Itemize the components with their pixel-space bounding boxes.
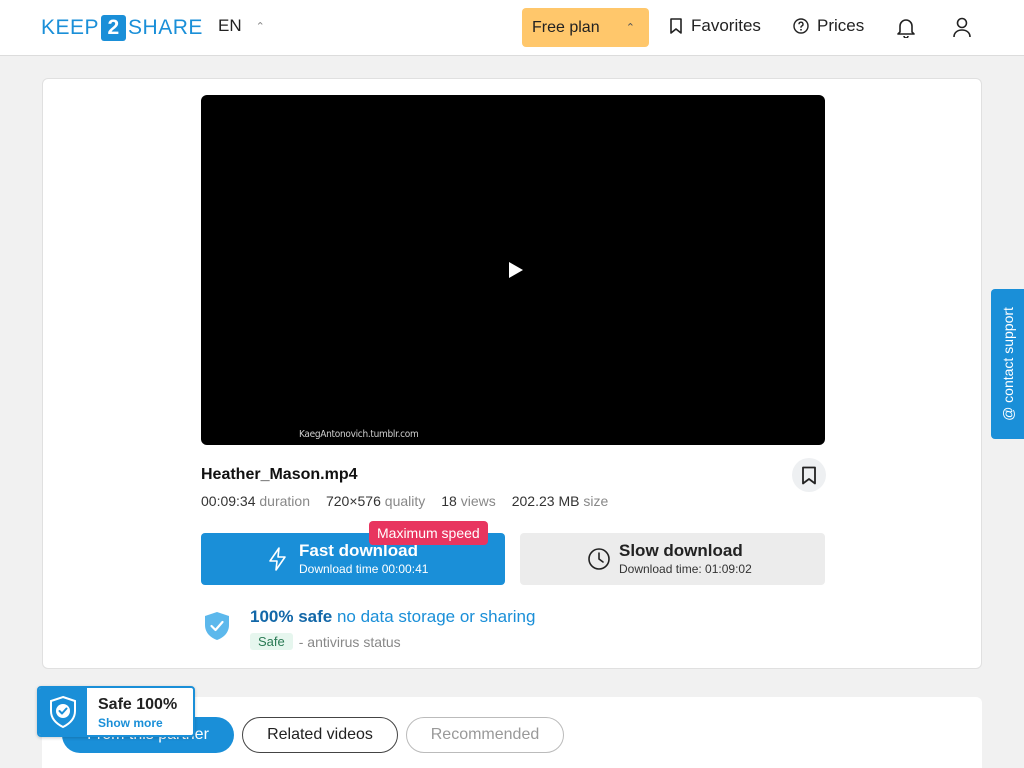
file-meta: 00:09:34 duration 720×576 quality 18 vie… <box>201 493 608 509</box>
slow-download-label: Slow download <box>619 541 743 560</box>
favorites-link[interactable]: Favorites <box>669 16 761 36</box>
tab-related-videos[interactable]: Related videos <box>242 717 398 753</box>
top-header: KEEP 2 SHARE EN ⌃ Free plan ⌃ Favorites … <box>0 0 1024 56</box>
slow-download-button[interactable]: Slow download Download time: 01:09:02 <box>520 533 825 585</box>
bookmark-icon <box>670 18 682 34</box>
views-label: views <box>460 493 496 509</box>
lightning-icon <box>269 547 286 571</box>
max-speed-badge: Maximum speed <box>369 521 488 545</box>
help-circle-icon <box>793 18 809 34</box>
logo-number: 2 <box>101 14 127 41</box>
account-button[interactable] <box>950 15 974 39</box>
safety-title-bold: 100% safe <box>250 607 333 626</box>
safety-title: 100% safe no data storage or sharing <box>250 607 535 627</box>
quality-label: quality <box>384 493 426 509</box>
duration-info: 00:09:34 duration <box>201 493 310 509</box>
clock-icon <box>588 548 610 570</box>
user-icon <box>953 17 971 38</box>
language-label: EN <box>218 16 242 35</box>
file-name: Heather_Mason.mp4 <box>201 466 358 483</box>
safe-badge-widget[interactable]: Safe 100% Show more <box>37 686 195 737</box>
shield-check-icon <box>50 695 76 728</box>
chevron-up-icon: ⌃ <box>625 22 635 34</box>
language-selector[interactable]: EN ⌃ <box>218 16 265 36</box>
antivirus-status-text: - antivirus status <box>298 633 401 650</box>
video-player[interactable]: KaegAntonovich.tumblr.com <box>201 95 825 445</box>
chevron-up-icon: ⌃ <box>255 20 265 33</box>
contact-support-label: @ contact support <box>999 307 1016 421</box>
size-label: size <box>583 493 609 509</box>
bell-icon <box>897 19 915 38</box>
size-value: 202.23 MB <box>511 493 580 509</box>
contact-support-tab[interactable]: @ contact support <box>991 289 1024 439</box>
quality-value: 720×576 <box>325 493 381 509</box>
safe-badge-show-more[interactable]: Show more <box>98 716 163 730</box>
add-favorite-button[interactable] <box>792 458 826 492</box>
slow-download-time: Download time: 01:09:02 <box>619 562 752 576</box>
free-plan-button[interactable]: Free plan ⌃ <box>522 8 649 47</box>
duration-label: duration <box>259 493 310 509</box>
shield-check-icon <box>205 612 229 640</box>
logo-text-left: KEEP <box>41 15 100 39</box>
safety-title-rest: no data storage or sharing <box>336 607 536 626</box>
quality-info: 720×576 quality <box>326 493 425 509</box>
keep2share-logo[interactable]: KEEP 2 SHARE <box>41 14 203 41</box>
safe-tag: Safe <box>250 633 293 650</box>
file-card: KaegAntonovich.tumblr.com Heather_Mason.… <box>42 78 982 669</box>
views-info: 18 views <box>441 493 495 509</box>
safe-badge-side <box>39 688 87 735</box>
tab-recommended[interactable]: Recommended <box>406 717 564 753</box>
video-watermark: KaegAntonovich.tumblr.com <box>299 429 419 440</box>
free-plan-label: Free plan <box>532 18 600 36</box>
prices-link[interactable]: Prices <box>793 16 864 36</box>
views-value: 18 <box>441 493 457 509</box>
fast-download-time: Download time 00:00:41 <box>299 562 429 576</box>
logo-text-right: SHARE <box>128 15 203 39</box>
duration-value: 00:09:34 <box>201 493 256 509</box>
prices-label: Prices <box>817 16 865 35</box>
notifications-button[interactable] <box>894 15 918 39</box>
favorites-label: Favorites <box>691 16 761 35</box>
antivirus-status: Safe - antivirus status <box>250 633 401 650</box>
bookmark-icon <box>802 466 816 484</box>
safe-badge-title: Safe 100% <box>98 696 178 713</box>
size-info: 202.23 MB size <box>512 493 609 509</box>
play-icon[interactable] <box>505 260 525 280</box>
